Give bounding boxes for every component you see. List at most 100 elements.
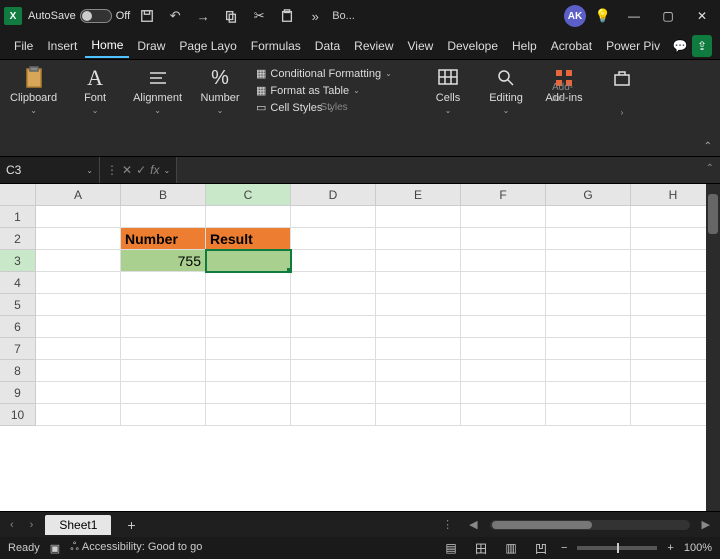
zoom-slider[interactable] bbox=[577, 546, 657, 550]
sheet-options-icon[interactable]: ⋮ bbox=[438, 518, 457, 531]
cell-F6[interactable] bbox=[461, 316, 546, 338]
cell-H9[interactable] bbox=[631, 382, 716, 404]
scroll-right-icon[interactable]: ▶ bbox=[698, 518, 714, 531]
macro-icon[interactable]: ▣ bbox=[50, 542, 60, 555]
addins-button[interactable]: Add-ins Add-ins bbox=[540, 64, 588, 106]
row-header-8[interactable]: 8 bbox=[0, 360, 36, 382]
col-header-H[interactable]: H bbox=[631, 184, 716, 206]
cell-H8[interactable] bbox=[631, 360, 716, 382]
cell-F7[interactable] bbox=[461, 338, 546, 360]
tab-formulas[interactable]: Formulas bbox=[245, 35, 307, 57]
col-header-A[interactable]: A bbox=[36, 184, 121, 206]
conditional-formatting-button[interactable]: ▦Conditional Formatting⌄ bbox=[254, 66, 414, 81]
row-header-7[interactable]: 7 bbox=[0, 338, 36, 360]
minimize-button[interactable]: — bbox=[620, 5, 648, 27]
cell-G9[interactable] bbox=[546, 382, 631, 404]
cell-E3[interactable] bbox=[376, 250, 461, 272]
cell-H7[interactable] bbox=[631, 338, 716, 360]
cell-C6[interactable] bbox=[206, 316, 291, 338]
tab-home[interactable]: Home bbox=[85, 34, 129, 58]
format-as-table-button[interactable]: ▦Format as Table⌄ bbox=[254, 83, 414, 98]
cell-H10[interactable] bbox=[631, 404, 716, 426]
undo-icon[interactable]: ↶ bbox=[164, 5, 186, 27]
cell-C9[interactable] bbox=[206, 382, 291, 404]
cell-B5[interactable] bbox=[121, 294, 206, 316]
scrollbar-thumb[interactable] bbox=[492, 521, 592, 529]
overflow-icon[interactable]: » bbox=[304, 5, 326, 27]
cell-E1[interactable] bbox=[376, 206, 461, 228]
page-layout-icon[interactable]: ▥ bbox=[501, 541, 521, 555]
cell-E5[interactable] bbox=[376, 294, 461, 316]
cell-E6[interactable] bbox=[376, 316, 461, 338]
cell-A3[interactable] bbox=[36, 250, 121, 272]
cell-G10[interactable] bbox=[546, 404, 631, 426]
clipboard-button[interactable]: Clipboard ⌄ bbox=[6, 64, 61, 117]
cell-A9[interactable] bbox=[36, 382, 121, 404]
fx-icon[interactable]: fx bbox=[150, 163, 159, 177]
cell-C2[interactable]: Result bbox=[206, 228, 291, 250]
accessibility-status[interactable]: ஃ Accessibility: Good to go bbox=[70, 541, 202, 555]
add-sheet-button[interactable]: + bbox=[119, 517, 143, 533]
cell-F4[interactable] bbox=[461, 272, 546, 294]
row-header-1[interactable]: 1 bbox=[0, 206, 36, 228]
autosave-toggle[interactable]: AutoSave Off bbox=[28, 9, 130, 23]
row-header-5[interactable]: 5 bbox=[0, 294, 36, 316]
cell-C4[interactable] bbox=[206, 272, 291, 294]
cell-A2[interactable] bbox=[36, 228, 121, 250]
tab-file[interactable]: File bbox=[8, 35, 39, 57]
user-avatar[interactable]: AK bbox=[564, 5, 586, 27]
cell-G7[interactable] bbox=[546, 338, 631, 360]
cell-E8[interactable] bbox=[376, 360, 461, 382]
cell-B4[interactable] bbox=[121, 272, 206, 294]
cell-D10[interactable] bbox=[291, 404, 376, 426]
tab-review[interactable]: Review bbox=[348, 35, 399, 57]
tab-insert[interactable]: Insert bbox=[41, 35, 83, 57]
cell-A1[interactable] bbox=[36, 206, 121, 228]
horizontal-scrollbar[interactable] bbox=[490, 520, 690, 530]
cell-G4[interactable] bbox=[546, 272, 631, 294]
row-header-9[interactable]: 9 bbox=[0, 382, 36, 404]
cell-D3[interactable] bbox=[291, 250, 376, 272]
cell-C7[interactable] bbox=[206, 338, 291, 360]
cell-B7[interactable] bbox=[121, 338, 206, 360]
cell-C10[interactable] bbox=[206, 404, 291, 426]
save-icon[interactable] bbox=[136, 5, 158, 27]
cells-button[interactable]: Cells ⌄ bbox=[424, 64, 472, 117]
cell-D7[interactable] bbox=[291, 338, 376, 360]
cell-F9[interactable] bbox=[461, 382, 546, 404]
lightbulb-icon[interactable]: 💡 bbox=[592, 5, 614, 27]
cell-A6[interactable] bbox=[36, 316, 121, 338]
cell-B8[interactable] bbox=[121, 360, 206, 382]
number-button[interactable]: % Number ⌄ bbox=[196, 64, 244, 117]
dots-icon[interactable]: ⋮ bbox=[106, 163, 118, 177]
cell-F1[interactable] bbox=[461, 206, 546, 228]
cell-A7[interactable] bbox=[36, 338, 121, 360]
normal-view-icon[interactable]: 田 bbox=[471, 540, 491, 557]
tab-draw[interactable]: Draw bbox=[131, 35, 171, 57]
scrollbar-thumb[interactable] bbox=[708, 194, 718, 234]
row-header-10[interactable]: 10 bbox=[0, 404, 36, 426]
expand-icon[interactable]: ⌃ bbox=[706, 163, 714, 174]
cancel-icon[interactable]: ✕ bbox=[122, 163, 132, 177]
col-header-D[interactable]: D bbox=[291, 184, 376, 206]
cell-D5[interactable] bbox=[291, 294, 376, 316]
copy-icon[interactable] bbox=[220, 5, 242, 27]
cell-D6[interactable] bbox=[291, 316, 376, 338]
cell-E9[interactable] bbox=[376, 382, 461, 404]
tab-power-pivot[interactable]: Power Piv bbox=[600, 35, 666, 57]
cell-D1[interactable] bbox=[291, 206, 376, 228]
editing-button[interactable]: Editing ⌄ bbox=[482, 64, 530, 117]
share-button[interactable]: ⇪ bbox=[692, 35, 712, 57]
cell-E7[interactable] bbox=[376, 338, 461, 360]
cell-B1[interactable] bbox=[121, 206, 206, 228]
cell-B10[interactable] bbox=[121, 404, 206, 426]
cell-H6[interactable] bbox=[631, 316, 716, 338]
collapse-ribbon-icon[interactable]: ⌃ bbox=[704, 141, 712, 152]
spreadsheet-grid[interactable]: A B C D E F G H 1 2 Number Result 3 755 … bbox=[0, 184, 720, 511]
cell-B2[interactable]: Number bbox=[121, 228, 206, 250]
cell-D8[interactable] bbox=[291, 360, 376, 382]
select-all-corner[interactable] bbox=[0, 184, 36, 206]
cell-H2[interactable] bbox=[631, 228, 716, 250]
tab-page-layout[interactable]: Page Layo bbox=[173, 35, 242, 57]
cell-C5[interactable] bbox=[206, 294, 291, 316]
